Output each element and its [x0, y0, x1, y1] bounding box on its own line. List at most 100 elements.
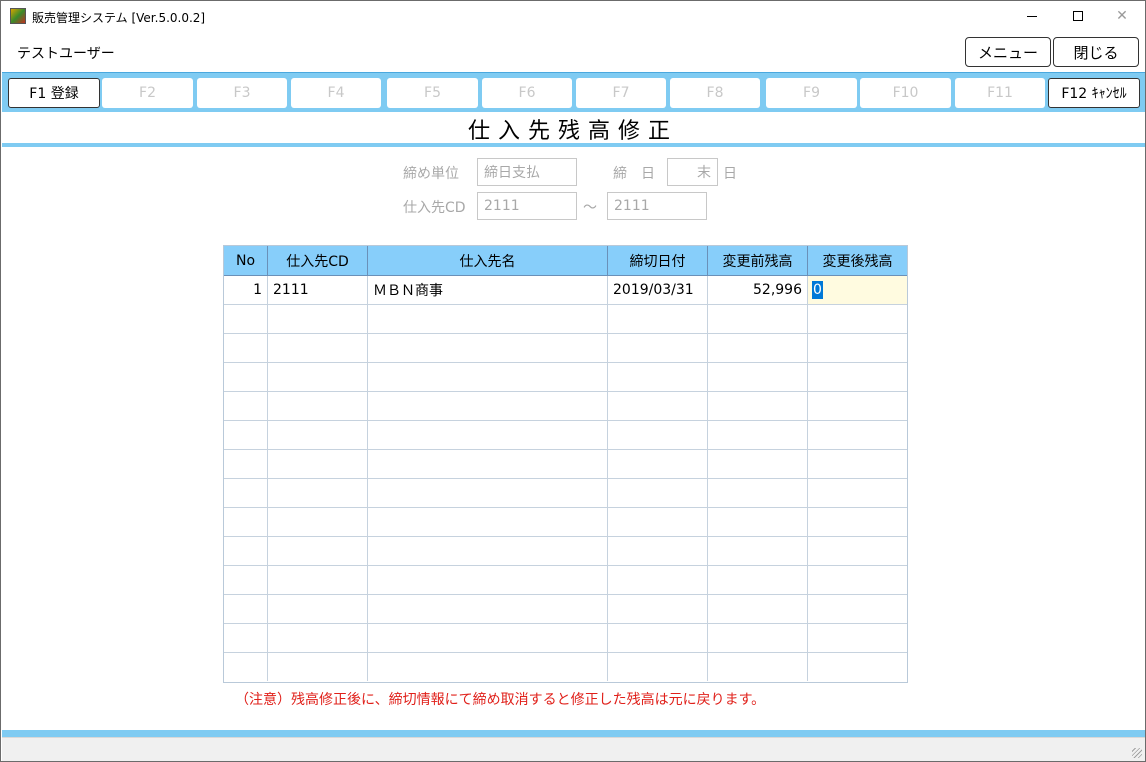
range-separator: ～ [583, 200, 597, 216]
table-cell [224, 479, 268, 507]
table-row[interactable] [224, 392, 907, 421]
function-key-bar: F1 登録 F2 F3 F4 F5 F6 F7 F8 F9 F10 F11 F1… [2, 72, 1145, 112]
closing-day-label: 締 日 [613, 166, 655, 182]
minimize-icon [1027, 15, 1037, 17]
f1-register-button[interactable]: F1 登録 [8, 78, 100, 108]
table-row[interactable] [224, 305, 907, 334]
f12-cancel-button[interactable]: F12 ｷｬﾝｾﾙ [1048, 78, 1140, 108]
table-row[interactable] [224, 537, 907, 566]
table-cell [368, 334, 608, 362]
warning-note: （注意）残高修正後に、締切情報にて締め取消すると修正した残高は元に戻ります。 [235, 692, 766, 708]
table-cell [608, 363, 708, 391]
table-cell [268, 450, 368, 478]
table-cell [368, 624, 608, 652]
table-row[interactable] [224, 334, 907, 363]
table-cell [708, 305, 808, 333]
status-bar [2, 737, 1145, 761]
table-cell [268, 653, 368, 681]
cell-balance-before: 52,996 [708, 276, 808, 304]
f2-button: F2 [102, 78, 193, 108]
table-cell [708, 334, 808, 362]
table-cell [808, 363, 907, 391]
table-cell [268, 508, 368, 536]
title-divider [2, 143, 1145, 147]
table-cell [368, 363, 608, 391]
column-header-balance-after: 変更後残高 [822, 253, 893, 270]
table-cell [708, 421, 808, 449]
table-cell [808, 624, 907, 652]
table-row[interactable] [224, 653, 907, 682]
table-cell [268, 595, 368, 623]
table-cell [268, 566, 368, 594]
table-cell [224, 624, 268, 652]
table-cell [708, 363, 808, 391]
f7-button: F7 [576, 78, 666, 108]
column-header-no: No [224, 246, 268, 275]
resize-grip-icon[interactable] [1132, 748, 1142, 758]
table-cell [368, 479, 608, 507]
table-cell [224, 334, 268, 362]
column-header-supplier-name: 仕入先名 [368, 246, 608, 275]
table-cell [608, 508, 708, 536]
table-cell [224, 595, 268, 623]
table-cell [808, 421, 907, 449]
table-cell [224, 421, 268, 449]
table-cell [608, 595, 708, 623]
window-title: 販売管理システム [Ver.5.0.0.2] [32, 11, 206, 25]
table-cell [708, 450, 808, 478]
table-row[interactable] [224, 450, 907, 479]
f9-button: F9 [766, 78, 857, 108]
table-cell [608, 450, 708, 478]
table-cell [368, 421, 608, 449]
table-row[interactable] [224, 624, 907, 653]
f6-button: F6 [482, 78, 572, 108]
cell-no: 1 [224, 276, 268, 304]
f11-button: F11 [955, 78, 1045, 108]
table-cell [224, 363, 268, 391]
table-cell [608, 305, 708, 333]
table-cell [808, 595, 907, 623]
table-cell [608, 566, 708, 594]
table-cell [224, 392, 268, 420]
table-cell [808, 305, 907, 333]
closing-day-field: 末 [667, 158, 718, 186]
table-cell [608, 479, 708, 507]
table-row[interactable] [224, 421, 907, 450]
screen-title: 仕入先残高修正 [467, 119, 678, 144]
table-cell [268, 392, 368, 420]
table-cell [224, 305, 268, 333]
table-cell [268, 479, 368, 507]
table-cell [608, 624, 708, 652]
title-bar[interactable]: 販売管理システム [Ver.5.0.0.2] ✕ [1, 1, 1145, 31]
grid-header: No 仕入先CD 仕入先名 締切日付 変更前残高 変更後残高 [224, 246, 907, 276]
maximize-button[interactable] [1055, 1, 1101, 31]
table-cell [268, 305, 368, 333]
table-cell [808, 392, 907, 420]
window-close-button[interactable]: ✕ [1099, 1, 1145, 31]
table-row[interactable] [224, 595, 907, 624]
table-cell [808, 479, 907, 507]
supplier-cd-label: 仕入先CD [403, 200, 466, 216]
close-button[interactable]: 閉じる [1053, 37, 1139, 67]
table-cell [808, 653, 907, 681]
table-row[interactable] [224, 566, 907, 595]
table-cell [808, 508, 907, 536]
minimize-button[interactable] [1009, 1, 1055, 31]
cell-closing-date: 2019/03/31 [608, 276, 708, 304]
app-window: 販売管理システム [Ver.5.0.0.2] ✕ テストユーザー メニュー 閉じ… [0, 0, 1146, 762]
close-icon: ✕ [1116, 8, 1128, 24]
table-row[interactable]: 1 2111 ＭＢＮ商事 2019/03/31 52,996 0 [224, 276, 907, 305]
table-cell [608, 421, 708, 449]
table-cell [368, 566, 608, 594]
table-cell [268, 334, 368, 362]
user-name: テストユーザー [17, 46, 115, 62]
menu-button[interactable]: メニュー [965, 37, 1051, 67]
table-row[interactable] [224, 479, 907, 508]
table-row[interactable] [224, 508, 907, 537]
column-header-closing-date: 締切日付 [608, 246, 708, 275]
balance-after-input[interactable]: 0 [808, 276, 907, 304]
table-row[interactable] [224, 363, 907, 392]
table-cell [224, 653, 268, 681]
table-cell [224, 508, 268, 536]
f10-button: F10 [860, 78, 951, 108]
